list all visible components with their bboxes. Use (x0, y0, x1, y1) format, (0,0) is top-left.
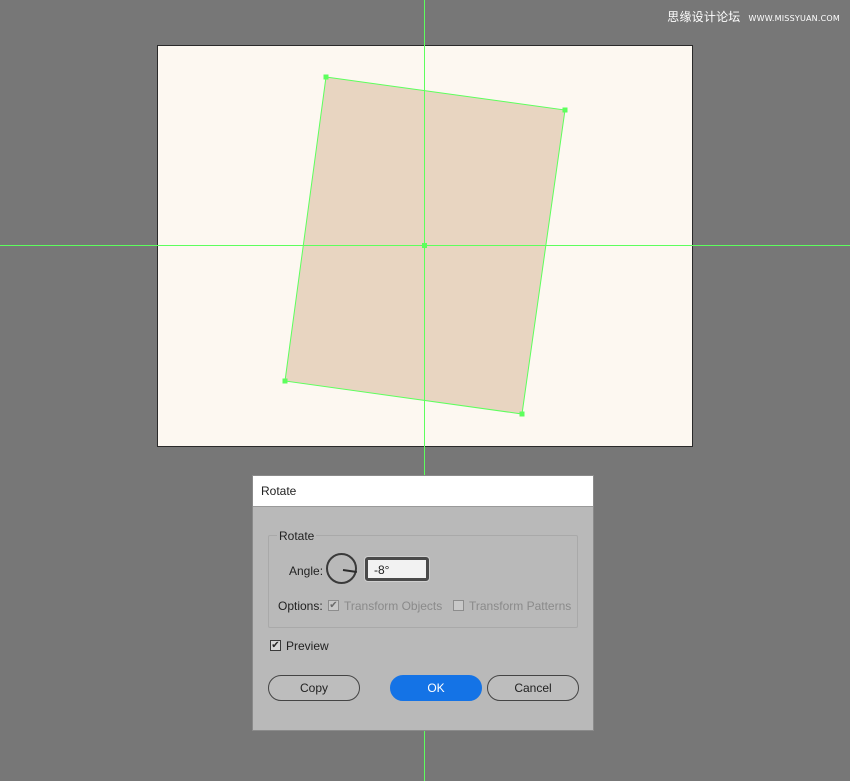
angle-dial-icon[interactable] (326, 553, 358, 584)
watermark-text: 思缘设计论坛 (667, 10, 741, 24)
checkmark-icon: ✔ (271, 640, 280, 651)
anchor-handle-bottom-left[interactable] (282, 378, 288, 384)
dial-hand (342, 569, 358, 573)
anchor-handle-bottom-right[interactable] (519, 411, 525, 417)
rotate-dialog: Rotate Rotate Angle: Options: ✔ Transfor… (252, 475, 594, 731)
center-point[interactable] (422, 243, 427, 248)
ok-button[interactable]: OK (390, 675, 482, 701)
transform-objects-label: Transform Objects (344, 599, 443, 613)
preview-checkbox[interactable]: ✔ (270, 640, 281, 651)
rotate-group (268, 535, 578, 628)
anchor-handle-top-left[interactable] (323, 74, 329, 80)
angle-input[interactable] (365, 557, 429, 581)
transform-objects-checkbox[interactable]: ✔ (328, 600, 339, 611)
angle-label: Angle: (289, 564, 324, 578)
transform-patterns-checkbox[interactable] (453, 600, 464, 611)
group-title: Rotate (277, 529, 317, 543)
preview-label: Preview (286, 639, 329, 653)
cancel-button[interactable]: Cancel (487, 675, 579, 701)
options-label: Options: (278, 599, 323, 613)
watermark-url: WWW.MISSYUAN.COM (748, 14, 840, 23)
transform-patterns-label: Transform Patterns (469, 599, 572, 613)
copy-button[interactable]: Copy (268, 675, 360, 701)
checkmark-icon: ✔ (329, 600, 338, 611)
dialog-title: Rotate (253, 476, 593, 507)
watermark: 思缘设计论坛 WWW.MISSYUAN.COM (667, 8, 840, 25)
anchor-handle-top-right[interactable] (562, 107, 568, 113)
